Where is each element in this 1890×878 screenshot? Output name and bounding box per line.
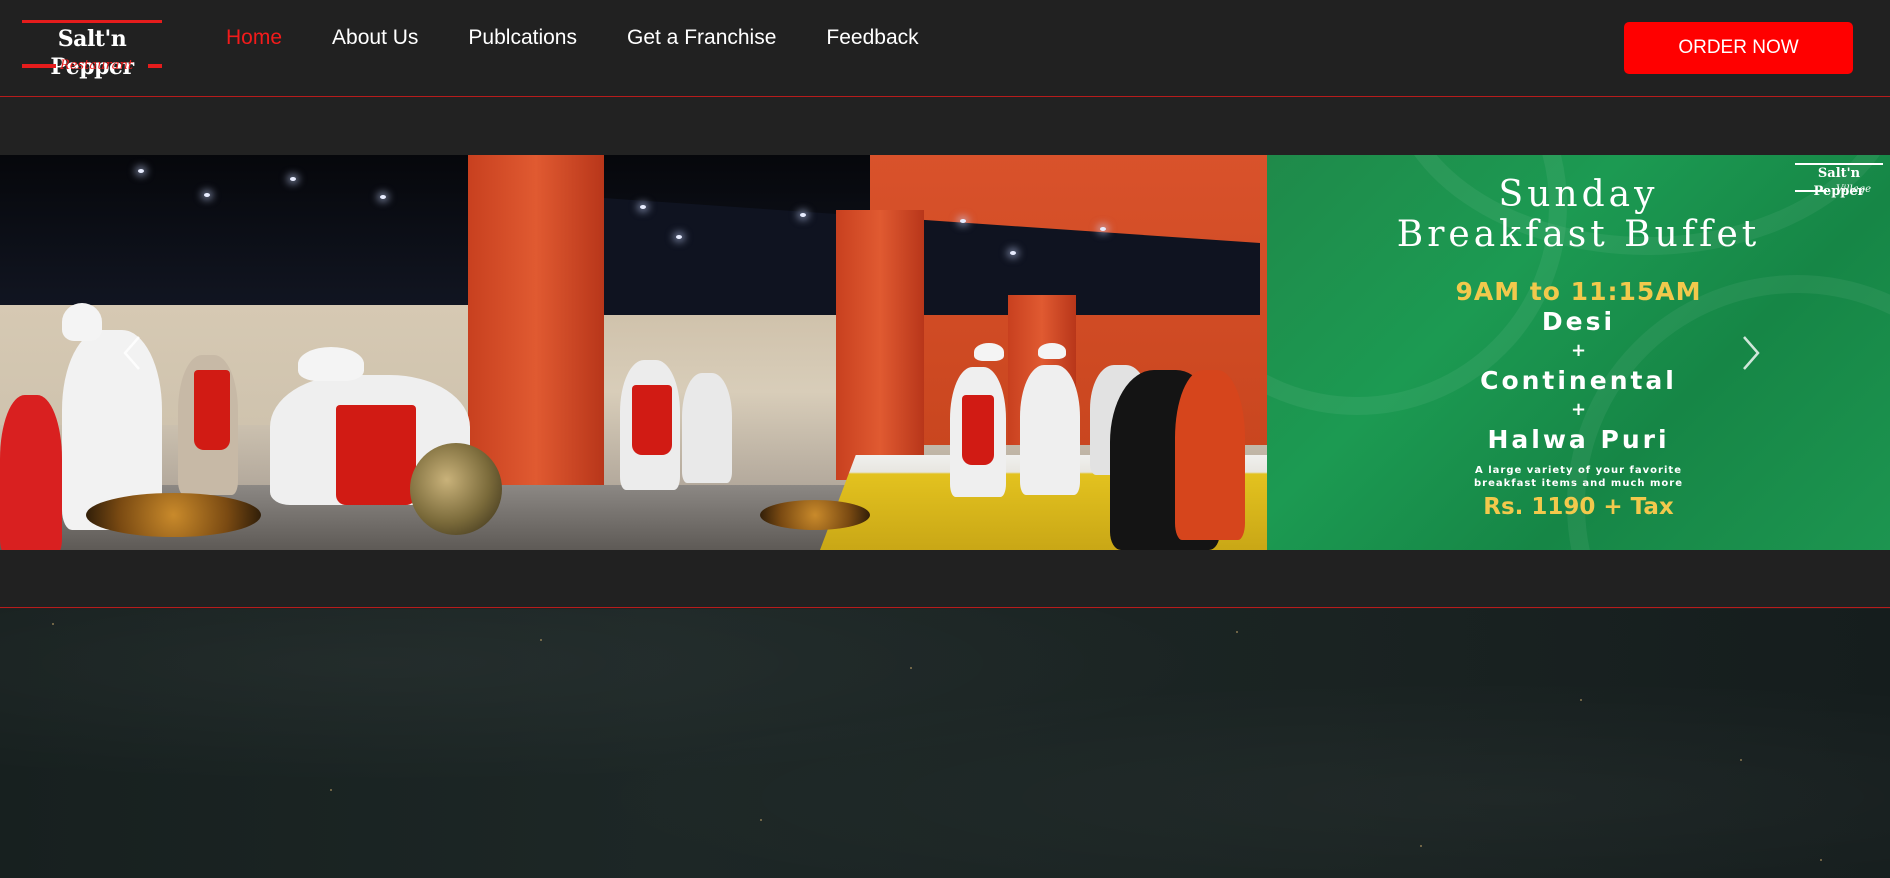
serving-bowl	[760, 500, 870, 530]
chalkboard-background	[0, 609, 1890, 878]
site-logo[interactable]: Salt'n Pepper Restaurant	[22, 20, 162, 80]
logo-line-left	[22, 64, 56, 68]
promo-time: 9AM to 11:15AM	[1455, 277, 1702, 306]
chevron-left-icon	[123, 336, 140, 370]
chalk-speck	[910, 667, 912, 669]
site-header: Salt'n Pepper Restaurant Home About Us P…	[0, 0, 1890, 97]
chef-figure	[682, 373, 732, 483]
wok-pan	[86, 493, 261, 537]
promo-plus: +	[1570, 399, 1587, 420]
ceiling-light	[640, 205, 646, 209]
chalk-speck	[1740, 759, 1742, 761]
nav-item-about-us[interactable]: About Us	[332, 22, 418, 54]
logo-line-right	[148, 64, 162, 68]
photo-pillar	[836, 210, 924, 480]
ceiling-light	[380, 195, 386, 199]
chevron-right-icon	[1743, 336, 1760, 370]
wok-lid	[410, 443, 502, 535]
breakfast-buffet-banner: Salt'n Pepper Village Sunday Breakfast B…	[1267, 155, 1890, 550]
ceiling-light	[676, 235, 682, 239]
chef-hat	[1038, 343, 1066, 359]
chalk-speck	[1236, 631, 1238, 633]
nav-item-home[interactable]: Home	[226, 22, 282, 54]
chalk-speck	[760, 819, 762, 821]
chalk-speck	[1820, 859, 1822, 861]
chef-hat	[62, 303, 102, 341]
chalk-speck	[1420, 845, 1422, 847]
chef-apron	[194, 370, 230, 450]
ceiling-light	[290, 177, 296, 181]
ceiling-light	[204, 193, 210, 197]
chef-apron	[962, 395, 994, 465]
ceiling-light	[960, 219, 966, 223]
slider-prev-button[interactable]	[114, 333, 154, 373]
hero-slider[interactable]: Salt'n Pepper Village Sunday Breakfast B…	[0, 155, 1890, 550]
ceiling-light	[1010, 251, 1016, 255]
photo-pillar	[468, 155, 604, 485]
nav-item-publications[interactable]: Publcations	[468, 22, 577, 54]
chef-apron	[336, 405, 416, 505]
customer-figure	[0, 395, 62, 550]
promo-item-halwa-puri: Halwa Puri	[1487, 425, 1670, 454]
ceiling-light	[138, 169, 144, 173]
promo-item-continental: Continental	[1480, 366, 1677, 395]
chalk-speck	[1580, 699, 1582, 701]
ceiling-light	[800, 213, 806, 217]
section-divider-band	[0, 550, 1890, 608]
logo-subtitle-row: Restaurant	[22, 58, 162, 74]
nav-item-franchise[interactable]: Get a Franchise	[627, 22, 776, 54]
logo-subtitle: Restaurant	[60, 58, 134, 73]
main-nav: Home About Us Publcations Get a Franchis…	[226, 22, 969, 54]
chalk-speck	[52, 623, 54, 625]
chef-figure	[1020, 365, 1080, 495]
chef-hat	[298, 347, 364, 381]
customer-figure	[1175, 370, 1245, 540]
promo-plus: +	[1570, 340, 1587, 361]
promo-title-line2: Breakfast Buffet	[1396, 214, 1761, 255]
logo-top-bar	[22, 20, 162, 23]
slider-next-button[interactable]	[1729, 333, 1769, 373]
nav-item-feedback[interactable]: Feedback	[826, 22, 918, 54]
promo-title-line1: Sunday	[1498, 174, 1659, 215]
ceiling-light	[1100, 227, 1106, 231]
chef-apron	[632, 385, 672, 455]
promo-text-block: Sunday Breakfast Buffet 9AM to 11:15AM D…	[1267, 175, 1890, 522]
promo-note-line1: A large variety of your favorite	[1475, 465, 1682, 476]
chef-hat	[974, 343, 1004, 361]
promo-item-desi: Desi	[1541, 307, 1616, 336]
promo-note-line2: breakfast items and much more	[1473, 478, 1683, 489]
chalk-speck	[330, 789, 332, 791]
chalk-speck	[540, 639, 542, 641]
promo-price: Rs. 1190 + Tax	[1483, 494, 1674, 520]
order-now-button[interactable]: ORDER NOW	[1624, 22, 1853, 74]
restaurant-kitchen-photo	[0, 155, 1267, 550]
